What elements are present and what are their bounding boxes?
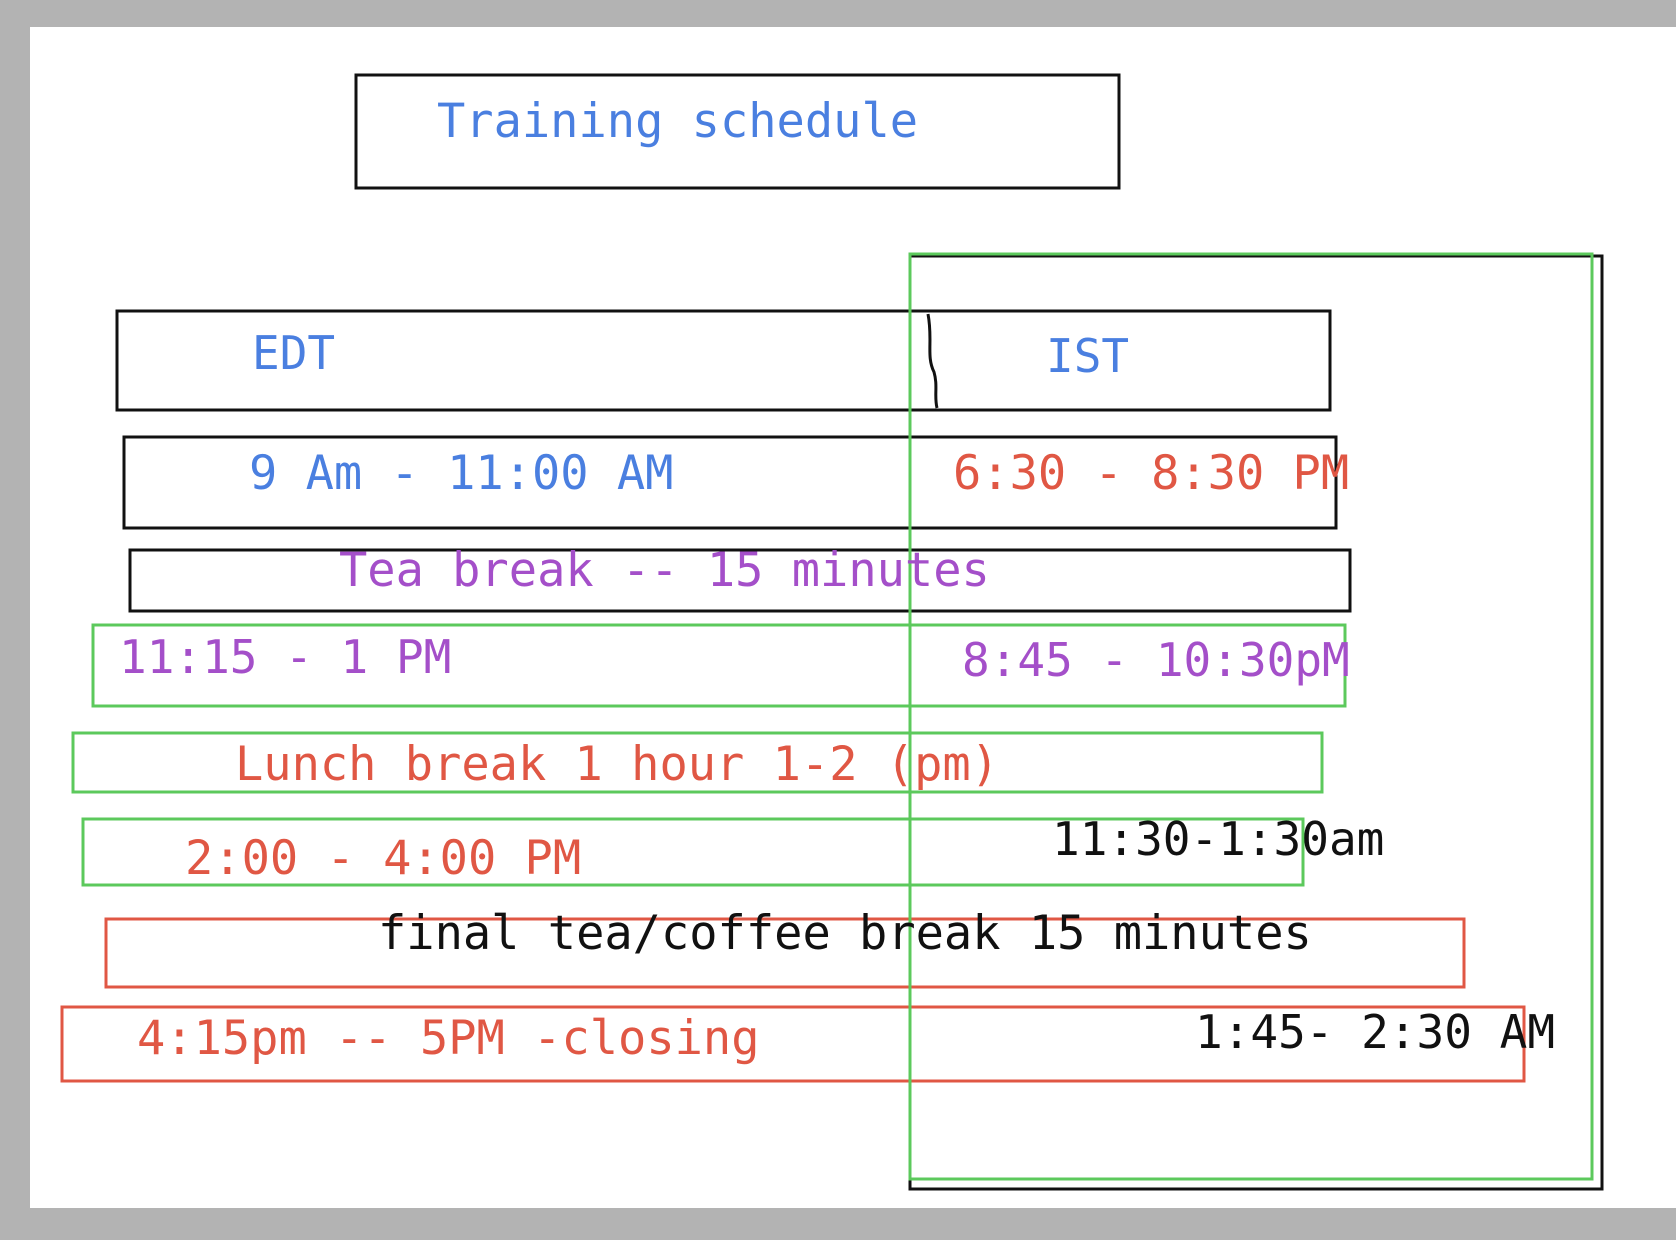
edt-header: EDT (252, 326, 336, 380)
closing-edt: 4:15pm -- 5PM -closing (137, 1011, 760, 1066)
row-5-ist: 11:30-1:30am (1052, 812, 1385, 866)
row-3-edt: 11:15 - 1 PM (119, 630, 452, 684)
lunch-break-text: Lunch break 1 hour 1-2 (pm) (235, 737, 1000, 792)
final-break-text: final tea/coffee break 15 minutes (378, 906, 1312, 961)
title-text: Training schedule (437, 94, 919, 149)
ist-header: IST (1046, 329, 1130, 383)
row-1-edt: 9 Am - 11:00 AM (249, 446, 674, 501)
row-3-ist: 8:45 - 10:30pM (962, 633, 1350, 687)
row-1-ist: 6:30 - 8:30 PM (953, 446, 1350, 501)
closing-ist: 1:45- 2:30 AM (1195, 1005, 1556, 1059)
row-5-edt: 2:00 - 4:00 PM (185, 831, 582, 886)
whiteboard: Training schedule EDT IST 9 Am - 11:00 A… (0, 0, 1676, 1240)
header-divider (926, 313, 939, 409)
tea-break-text: Tea break -- 15 minutes (339, 543, 990, 598)
